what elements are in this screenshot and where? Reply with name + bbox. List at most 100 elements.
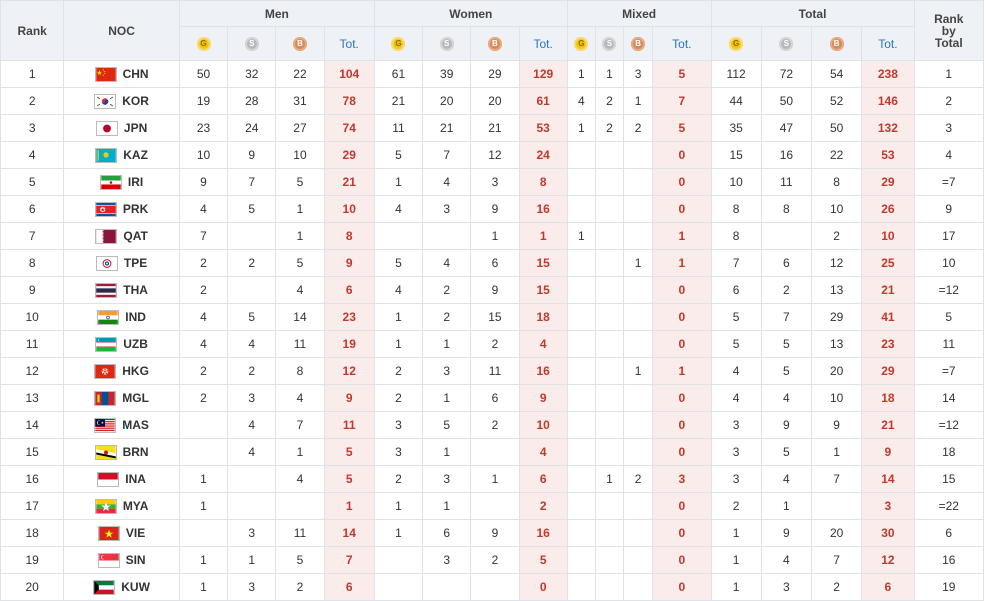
mgl-flag-icon (94, 391, 116, 406)
table-row: 3JPN232427741121215312253547501323 (1, 115, 984, 142)
total-tot-cell: 41 (862, 304, 914, 331)
mixed-bronze-cell: 3 (624, 61, 653, 88)
mixed-gold-cell (567, 250, 595, 277)
rank-by-total-cell: =22 (914, 493, 983, 520)
women-silver-cell: 1 (423, 385, 471, 412)
men-gold-cell: 1 (179, 547, 227, 574)
ind-flag-icon (97, 310, 119, 325)
total-silver-header[interactable]: S (761, 27, 811, 61)
men-gold-cell: 19 (179, 88, 227, 115)
women-bronze-cell: 9 (471, 520, 519, 547)
total-gold-cell: 3 (711, 412, 761, 439)
mixed-tot-cell: 0 (653, 169, 711, 196)
total-bronze-cell: 52 (812, 88, 862, 115)
men-bronze-cell: 5 (276, 169, 324, 196)
total-silver-cell: 1 (761, 493, 811, 520)
men-gold-cell: 10 (179, 142, 227, 169)
noc-code: KUW (121, 580, 150, 594)
total-gold-cell: 4 (711, 385, 761, 412)
mixed-tot-cell: 0 (653, 520, 711, 547)
mixed-tot-cell: 0 (653, 385, 711, 412)
noc-cell: TPE (64, 250, 180, 277)
men-silver-cell (228, 466, 276, 493)
rank-cell: 2 (1, 88, 64, 115)
women-bronze-cell: 11 (471, 358, 519, 385)
women-bronze-cell: 2 (471, 547, 519, 574)
men-tot-header[interactable]: Tot. (324, 27, 374, 61)
men-silver-cell (228, 277, 276, 304)
men-silver-header[interactable]: S (228, 27, 276, 61)
mixed-tot-cell: 7 (653, 88, 711, 115)
vie-flag-icon (98, 526, 120, 541)
kaz-flag-icon (95, 148, 117, 163)
noc-header[interactable]: NOC (64, 1, 180, 61)
mixed-bronze-cell (624, 439, 653, 466)
mixed-silver-cell (595, 439, 623, 466)
total-silver-cell: 3 (761, 574, 811, 601)
women-silver-header[interactable]: S (423, 27, 471, 61)
rank-cell: 6 (1, 196, 64, 223)
total-bronze-cell: 50 (812, 115, 862, 142)
total-gold-cell: 5 (711, 304, 761, 331)
women-tot-header[interactable]: Tot. (519, 27, 567, 61)
total-gold-cell: 7 (711, 250, 761, 277)
noc-code: QAT (123, 229, 147, 243)
men-silver-cell: 24 (228, 115, 276, 142)
women-gold-cell: 1 (374, 493, 422, 520)
mixed-silver-cell (595, 520, 623, 547)
women-tot-cell: 0 (519, 574, 567, 601)
total-tot-header[interactable]: Tot. (862, 27, 914, 61)
mixed-bronze-header[interactable]: B (624, 27, 653, 61)
women-gold-header[interactable]: G (374, 27, 422, 61)
men-silver-cell: 9 (228, 142, 276, 169)
mixed-silver-cell (595, 385, 623, 412)
men-silver-cell: 5 (228, 196, 276, 223)
total-silver-cell: 11 (761, 169, 811, 196)
chn-flag-icon (95, 67, 117, 82)
rank-cell: 7 (1, 223, 64, 250)
mixed-tot-header[interactable]: Tot. (653, 27, 711, 61)
men-header: Men (179, 1, 374, 27)
noc-cell: KOR (64, 88, 180, 115)
men-bronze-header[interactable]: B (276, 27, 324, 61)
mixed-gold-cell: 4 (567, 88, 595, 115)
men-tot-cell: 74 (324, 115, 374, 142)
mixed-tot-cell: 1 (653, 223, 711, 250)
men-gold-header[interactable]: G (179, 27, 227, 61)
rank-by-total-header[interactable]: Rank by Total (914, 1, 983, 61)
table-row: 2KOR192831782120206142174450521462 (1, 88, 984, 115)
rank-by-total-cell: 18 (914, 439, 983, 466)
total-gold-header[interactable]: G (711, 27, 761, 61)
women-bronze-header[interactable]: B (471, 27, 519, 61)
mixed-silver-header[interactable]: S (595, 27, 623, 61)
mixed-tot-cell: 0 (653, 142, 711, 169)
mixed-gold-cell (567, 412, 595, 439)
mixed-silver-cell (595, 250, 623, 277)
total-bronze-header[interactable]: B (812, 27, 862, 61)
rank-by-total-cell: 5 (914, 304, 983, 331)
total-tot-cell: 9 (862, 439, 914, 466)
total-bronze-cell (812, 493, 862, 520)
mixed-gold-header[interactable]: G (567, 27, 595, 61)
mixed-tot-cell: 5 (653, 115, 711, 142)
total-gold-cell: 5 (711, 331, 761, 358)
rank-cell: 20 (1, 574, 64, 601)
men-silver-cell: 1 (228, 547, 276, 574)
rank-by-total-cell: 4 (914, 142, 983, 169)
women-gold-cell: 5 (374, 142, 422, 169)
rank-header[interactable]: Rank (1, 1, 64, 61)
mixed-tot-cell: 0 (653, 574, 711, 601)
total-silver-cell: 7 (761, 304, 811, 331)
mixed-silver-cell (595, 304, 623, 331)
total-gold-cell: 112 (711, 61, 761, 88)
bronze-medal-icon: B (830, 37, 844, 51)
gold-medal-icon: G (729, 37, 743, 51)
women-tot-cell: 129 (519, 61, 567, 88)
total-silver-cell: 2 (761, 277, 811, 304)
rank-by-total-cell: 10 (914, 250, 983, 277)
mixed-tot-cell: 0 (653, 439, 711, 466)
noc-code: INA (125, 472, 146, 486)
noc-code: JPN (124, 121, 147, 135)
total-bronze-cell: 20 (812, 358, 862, 385)
women-bronze-cell: 1 (471, 466, 519, 493)
